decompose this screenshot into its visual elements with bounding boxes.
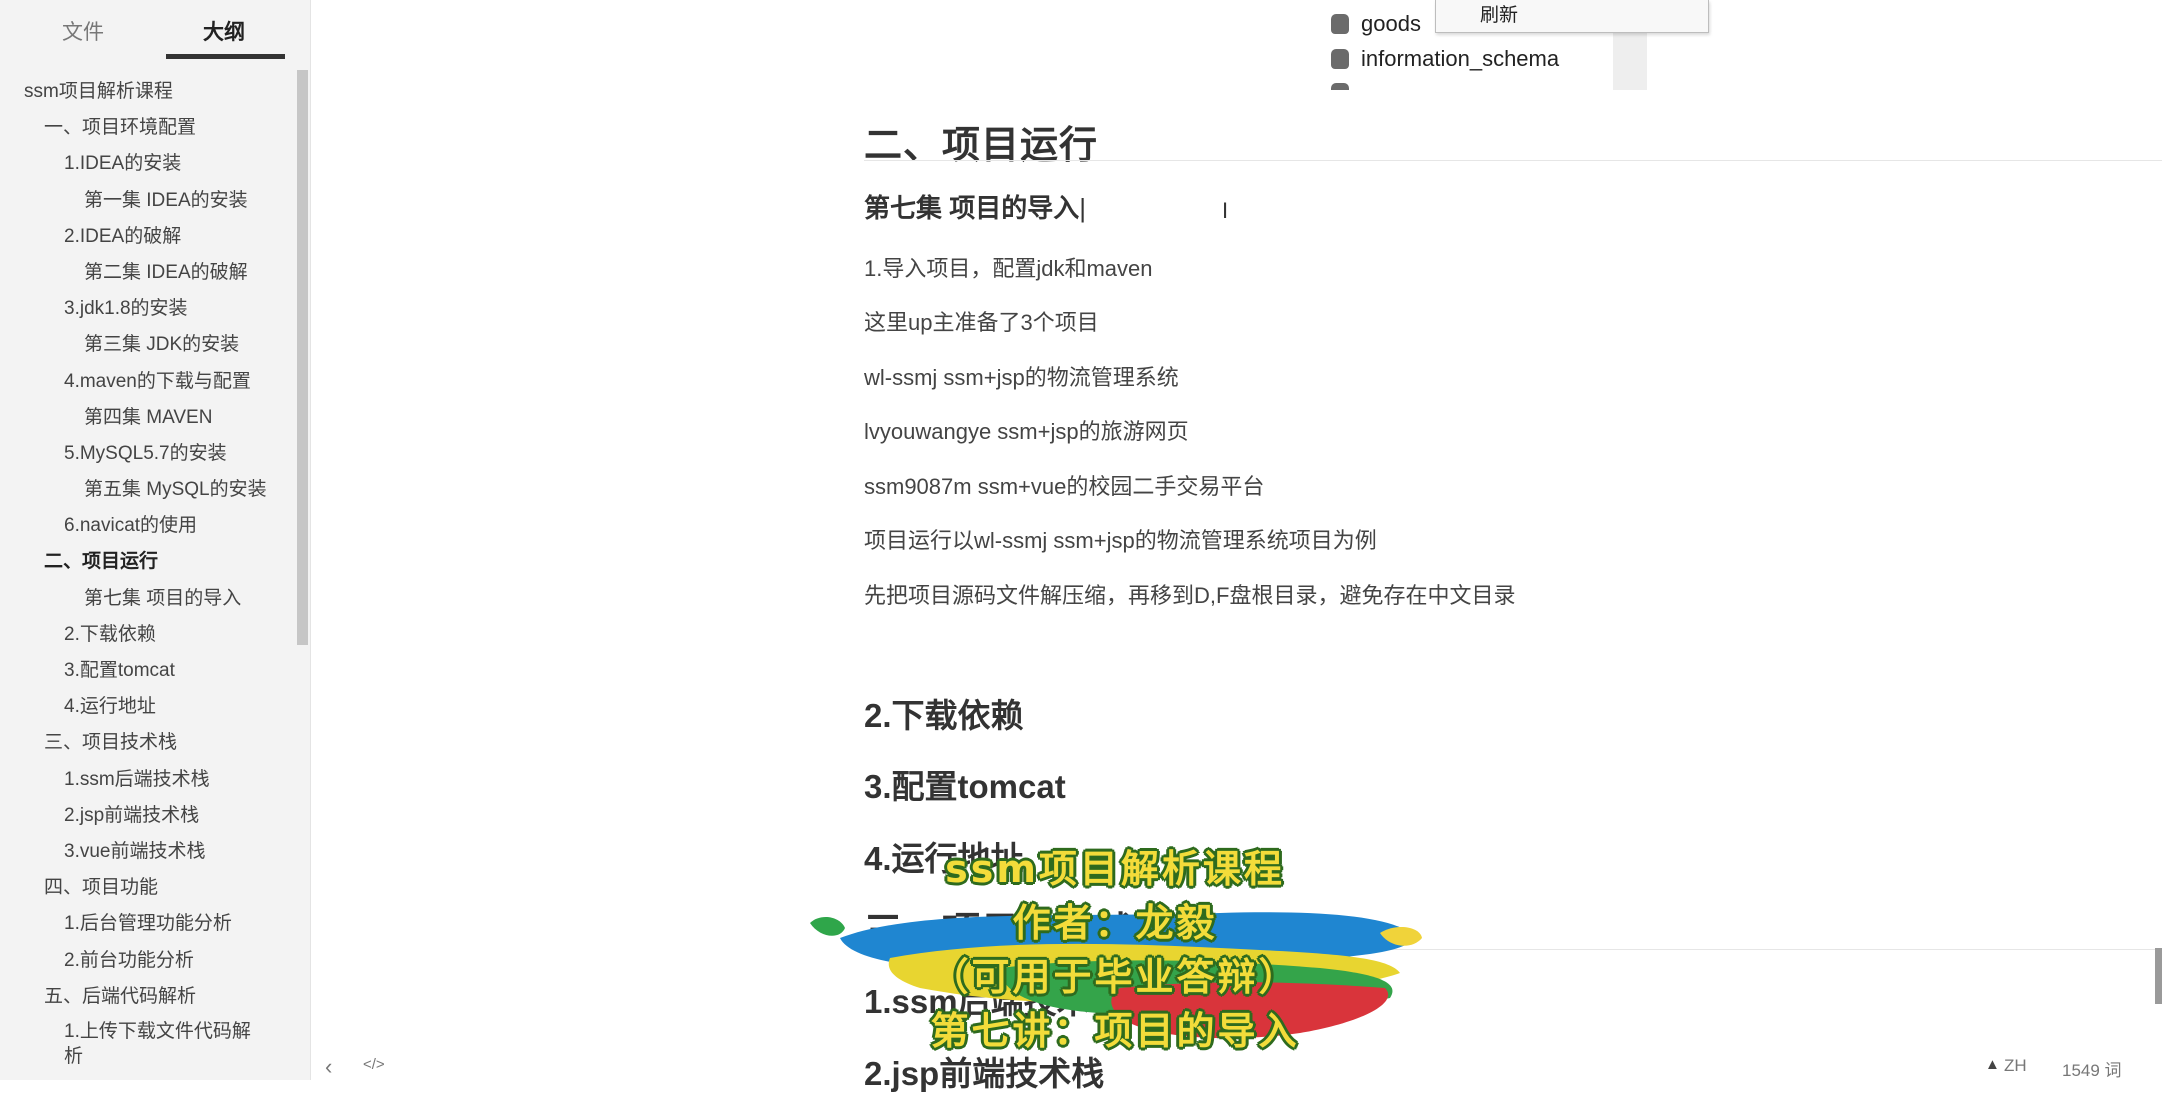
paragraph[interactable]: 先把项目源码文件解压缩，再移到D,F盘根目录，避免存在中文目录 (864, 578, 1515, 610)
outline-item[interactable]: 1.IDEA的安装 (0, 146, 298, 182)
outline-item[interactable]: 1.ssm后端技术栈 (0, 762, 298, 798)
outline-item[interactable]: 第五集 MySQL的安装 (0, 472, 298, 508)
sidebar-scrollbar[interactable] (297, 70, 308, 645)
context-menu-refresh[interactable]: 刷新 (1480, 0, 1518, 27)
outline-item[interactable]: 3.vue前端技术栈 (0, 834, 298, 870)
outline-item[interactable]: 1.后台管理功能分析 (0, 906, 298, 942)
caret: | (1079, 193, 1086, 223)
heading-episode-7[interactable]: 第七集 项目的导入| (864, 188, 1086, 225)
heading-download-deps[interactable]: 2.下载依赖 (864, 689, 1024, 737)
watermark-line-4: 第七讲：项目的导入 (930, 1009, 1300, 1053)
active-tab-indicator (166, 54, 285, 59)
outline-item[interactable]: 5.MySQL5.7的安装 (0, 436, 298, 472)
source-code-icon[interactable]: </> (363, 1056, 385, 1073)
outline-item[interactable]: 五、后端代码解析 (0, 979, 298, 1015)
paragraph[interactable]: 这里up主准备了3个项目 (864, 305, 1099, 337)
database-item-goods[interactable]: goods (1331, 11, 1421, 37)
outline-item[interactable]: 第七集 项目的导入 (0, 581, 298, 617)
status-bar: ‹ </> ▲ ZH 1549 词 (311, 1052, 2162, 1080)
database-icon (1331, 14, 1349, 34)
paragraph[interactable]: ssm9087m ssm+vue的校园二手交易平台 (864, 469, 1264, 501)
outline-list: ssm项目解析课程 一、项目环境配置 1.IDEA的安装 第一集 IDEA的安装 2.I… (0, 74, 298, 1067)
outline-item[interactable]: 4.maven的下载与配置 (0, 364, 298, 400)
database-name: information_schema (1361, 46, 1560, 71)
paragraph[interactable]: 1.导入项目，配置jdk和maven (864, 251, 1153, 283)
heading-divider (864, 160, 2162, 161)
outline-item[interactable]: 一、项目环境配置 (0, 110, 298, 146)
watermark-line-2: 作者：龙毅 (1012, 901, 1218, 945)
database-icon (1331, 83, 1349, 90)
outline-item[interactable]: 2.前台功能分析 (0, 943, 298, 979)
context-menu: 刷新 (1435, 0, 1709, 33)
watermark-line-1: ssm项目解析课程 (945, 847, 1285, 891)
warning-icon: ▲ (1985, 1056, 2000, 1073)
database-item-information-schema[interactable]: information_schema (1331, 46, 1559, 72)
database-name: goods (1361, 11, 1421, 36)
outline-item[interactable]: 三、项目技术栈 (0, 725, 298, 761)
outline-item[interactable]: 第四集 MAVEN (0, 400, 298, 436)
editor-scrollbar[interactable] (2155, 948, 2162, 1004)
outline-item[interactable]: 3.配置tomcat (0, 653, 298, 689)
language-indicator[interactable]: ZH (2004, 1056, 2027, 1076)
database-icon (1331, 49, 1349, 69)
paragraph[interactable]: lvyouwangye ssm+jsp的旅游网页 (864, 414, 1189, 446)
paragraph[interactable]: 项目运行以wl-ssmj ssm+jsp的物流管理系统项目为例 (864, 523, 1377, 555)
tab-files[interactable]: 文件 (62, 16, 104, 46)
text-cursor-icon: I (1222, 198, 1229, 223)
tab-outline[interactable]: 大纲 (203, 16, 245, 46)
outline-item[interactable]: ssm项目解析课程 (0, 74, 298, 110)
sidebar-tabs: 文件 大纲 (0, 0, 310, 62)
outline-item[interactable]: 3.jdk1.8的安装 (0, 291, 298, 327)
outline-item[interactable]: 4.运行地址 (0, 689, 298, 725)
heading-config-tomcat[interactable]: 3.配置tomcat (864, 760, 1066, 808)
outline-item[interactable]: 二、项目运行 (0, 544, 298, 580)
sidebar: 文件 大纲 ssm项目解析课程 一、项目环境配置 1.IDEA的安装 第一集 IDEA… (0, 0, 311, 1080)
paragraph[interactable]: wl-ssmj ssm+jsp的物流管理系统 (864, 360, 1179, 392)
outline-item[interactable]: 第二集 IDEA的破解 (0, 255, 298, 291)
outline-item[interactable]: 四、项目功能 (0, 870, 298, 906)
database-item-partial[interactable] (1331, 80, 1361, 90)
outline-item[interactable]: 第一集 IDEA的安装 (0, 183, 298, 219)
course-watermark: ssm项目解析课程 作者：龙毅 （可用于毕业答辩） 第七讲：项目的导入 (800, 838, 1430, 1080)
outline-item[interactable]: 2.IDEA的破解 (0, 219, 298, 255)
outline-item[interactable]: 2.jsp前端技术栈 (0, 798, 298, 834)
watermark-line-3: （可用于毕业答辩） (930, 955, 1300, 999)
outline-item[interactable]: 2.下载依赖 (0, 617, 298, 653)
outline-item[interactable]: 1.上传下载文件代码解析 (0, 1015, 298, 1067)
outline-item[interactable]: 第三集 JDK的安装 (0, 327, 298, 363)
word-count[interactable]: 1549 词 (2062, 1056, 2122, 1081)
outline-item[interactable]: 6.navicat的使用 (0, 508, 298, 544)
back-icon[interactable]: ‹ (325, 1054, 332, 1080)
